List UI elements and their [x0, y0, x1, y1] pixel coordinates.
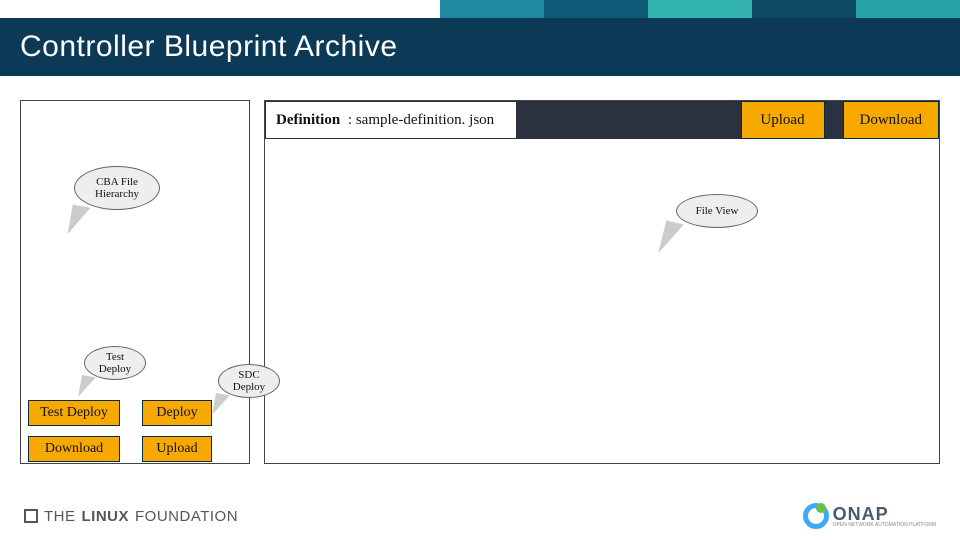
- download-button-bottom[interactable]: Download: [28, 436, 120, 462]
- onap-sub: OPEN NETWORK AUTOMATION PLATFORM: [833, 523, 936, 528]
- definition-key: Definition: [276, 112, 340, 129]
- upload-button[interactable]: Upload: [741, 101, 825, 139]
- footer: THE LINUX FOUNDATION ONAP OPEN NETWORK A…: [0, 492, 960, 540]
- definition-value: sample-definition. json: [356, 112, 494, 129]
- callout-cba-hierarchy: CBA File Hierarchy: [74, 166, 160, 210]
- title-bar: Controller Blueprint Archive: [0, 18, 960, 76]
- definition-bar: Definition : sample-definition. json Upl…: [265, 101, 939, 139]
- callout-file-view: File View: [676, 194, 758, 228]
- footer-text-linux: LINUX: [82, 508, 130, 525]
- deploy-button[interactable]: Deploy: [142, 400, 212, 426]
- footer-text-foundation: FOUNDATION: [135, 508, 238, 525]
- definition-label: Definition : sample-definition. json: [265, 101, 517, 139]
- page-title: Controller Blueprint Archive: [20, 30, 398, 64]
- download-button[interactable]: Download: [843, 101, 940, 139]
- square-icon: [24, 509, 38, 523]
- header-decor-stripes: [440, 0, 960, 18]
- callout-sdc-deploy: SDC Deploy: [218, 364, 280, 398]
- definition-colon: :: [344, 112, 356, 129]
- onap-brand: ONAP: [833, 505, 936, 523]
- onap-logo: ONAP OPEN NETWORK AUTOMATION PLATFORM: [803, 503, 936, 529]
- upload-button-bottom[interactable]: Upload: [142, 436, 212, 462]
- test-deploy-button[interactable]: Test Deploy: [28, 400, 120, 426]
- callout-test-deploy: Test Deploy: [84, 346, 146, 380]
- onap-ring-icon: [803, 503, 829, 529]
- footer-text-the: THE: [44, 508, 76, 525]
- linux-foundation-logo: THE LINUX FOUNDATION: [24, 508, 238, 525]
- main-panel: Definition : sample-definition. json Upl…: [264, 100, 940, 464]
